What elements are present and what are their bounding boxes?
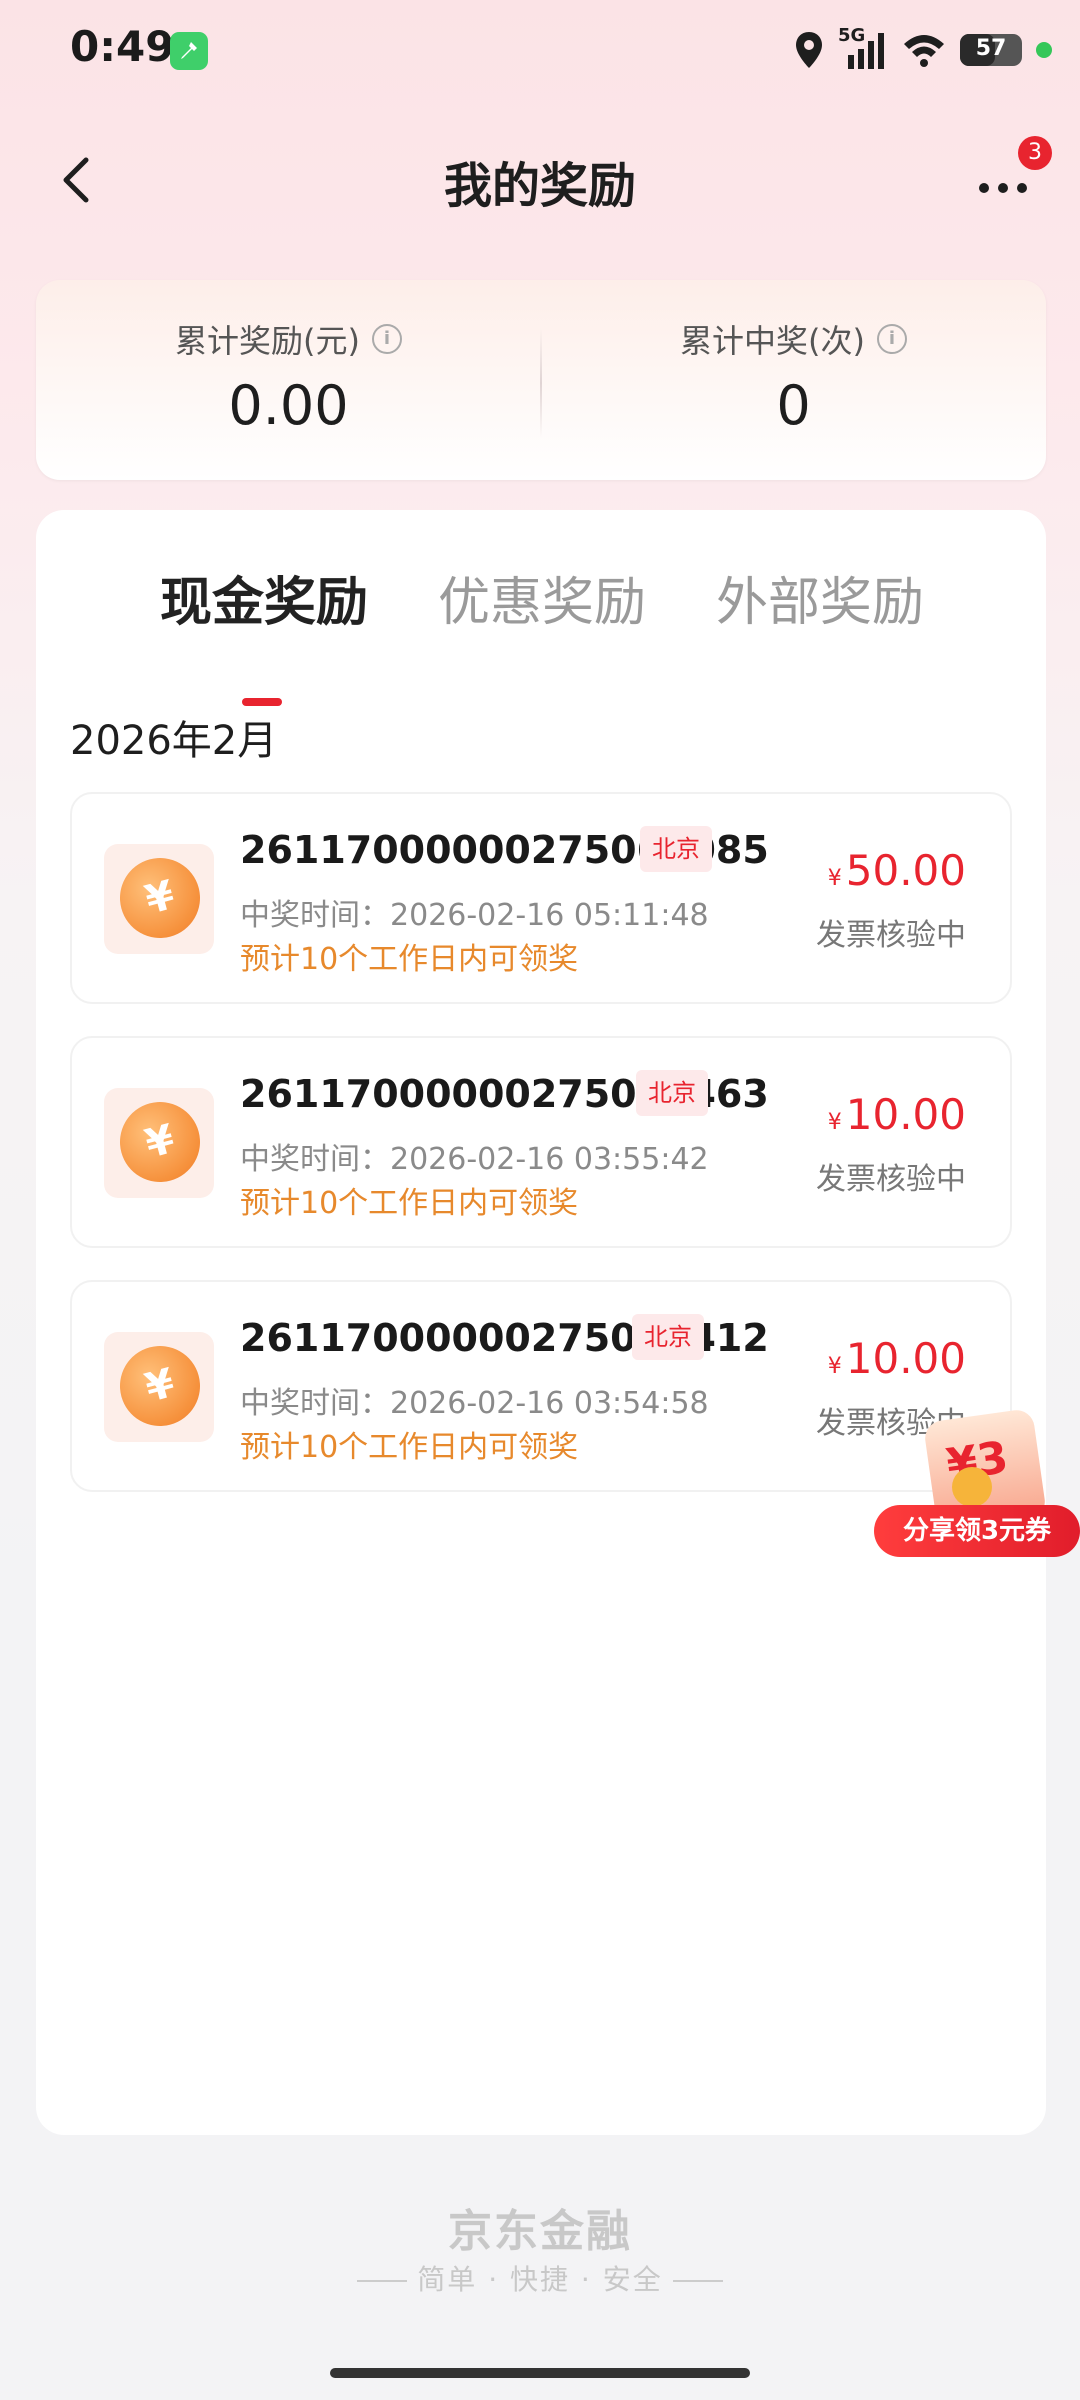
- share-coupon-float[interactable]: ¥3 分享领3元券: [872, 1405, 1080, 1565]
- record-status: 发票核验中: [816, 1162, 966, 1197]
- reward-amount: ¥10.00: [827, 1334, 966, 1383]
- tab-cash-rewards[interactable]: 现金奖励: [160, 560, 368, 635]
- coin-icon: ¥: [104, 1332, 214, 1442]
- claim-note: 预计10个工作日内可领奖: [240, 942, 579, 977]
- coin-icon: [952, 1467, 992, 1507]
- battery-icon: 57: [960, 34, 1022, 66]
- month-header: 2026年2月: [70, 718, 278, 764]
- status-indicators: 5G 57: [794, 25, 1052, 74]
- record-status: 发票核验中: [816, 918, 966, 953]
- reward-summary-card: 累计奖励(元) i 0.00 累计中奖(次) i 0: [36, 280, 1046, 480]
- divider: [672, 2280, 723, 2282]
- status-bar: 0:49 5G 57: [0, 0, 1080, 100]
- reward-record[interactable]: ¥ 26117000000275018412 北京 中奖时间：2026-02-1…: [70, 1280, 1012, 1492]
- page-title: 我的奖励: [443, 158, 636, 214]
- reward-amount: ¥50.00: [827, 846, 966, 895]
- currency-symbol: ¥: [827, 1354, 842, 1379]
- total-wins-stat: 累计中奖(次) i 0: [541, 280, 1046, 480]
- reward-tabs: 现金奖励 优惠奖励 外部奖励: [36, 560, 1046, 706]
- total-wins-value: 0: [776, 374, 811, 437]
- win-time: 中奖时间：2026-02-16 05:11:48: [240, 898, 709, 933]
- total-reward-value: 0.00: [228, 374, 349, 437]
- notification-badge: 3: [1018, 136, 1052, 170]
- tab-external-rewards[interactable]: 外部奖励: [716, 560, 924, 635]
- privacy-indicator-dot: [1036, 42, 1052, 58]
- app-notification-icon: [170, 32, 208, 70]
- reward-record[interactable]: ¥ 26117000000275018463 北京 中奖时间：2026-02-1…: [70, 1036, 1012, 1248]
- tab-coupon-rewards[interactable]: 优惠奖励: [438, 560, 646, 635]
- battery-level: 57: [975, 36, 1007, 61]
- coin-icon: ¥: [104, 844, 214, 954]
- wifi-icon: [904, 35, 944, 67]
- footer-slogan: 简单 · 快捷 · 安全: [0, 2258, 1080, 2298]
- home-indicator[interactable]: [330, 2368, 750, 2378]
- claim-note: 预计10个工作日内可领奖: [240, 1430, 579, 1465]
- footer-brand: 京东金融: [448, 2206, 632, 2257]
- coin-icon: ¥: [104, 1088, 214, 1198]
- total-wins-label: 累计中奖(次): [680, 322, 865, 360]
- total-reward-stat: 累计奖励(元) i 0.00: [36, 280, 541, 480]
- city-tag: 北京: [640, 826, 712, 872]
- status-time: 0:49: [70, 22, 175, 71]
- claim-note: 预计10个工作日内可领奖: [240, 1186, 579, 1221]
- currency-symbol: ¥: [827, 1110, 842, 1135]
- location-icon: [796, 32, 822, 68]
- info-icon[interactable]: i: [876, 324, 907, 354]
- rewards-panel: 现金奖励 优惠奖励 外部奖励 2026年2月 ¥ 261170000002750…: [36, 510, 1046, 2135]
- reward-record-list: ¥ 26117000000275062085 北京 中奖时间：2026-02-1…: [70, 792, 1012, 1524]
- reward-amount: ¥10.00: [827, 1090, 966, 1139]
- city-tag: 北京: [636, 1070, 708, 1116]
- total-reward-label: 累计奖励(元): [175, 322, 360, 360]
- share-coupon-button[interactable]: 分享领3元券: [874, 1505, 1080, 1557]
- city-tag: 北京: [632, 1314, 704, 1360]
- info-icon[interactable]: i: [371, 324, 402, 354]
- win-time: 中奖时间：2026-02-16 03:55:42: [240, 1142, 709, 1177]
- reward-record[interactable]: ¥ 26117000000275062085 北京 中奖时间：2026-02-1…: [70, 792, 1012, 1004]
- currency-symbol: ¥: [827, 866, 842, 891]
- active-tab-indicator: [242, 698, 282, 706]
- header: 我的奖励 3: [0, 120, 1080, 240]
- win-time: 中奖时间：2026-02-16 03:54:58: [240, 1386, 709, 1421]
- cellular-signal-icon: 5G: [838, 25, 888, 71]
- divider: [357, 2280, 408, 2282]
